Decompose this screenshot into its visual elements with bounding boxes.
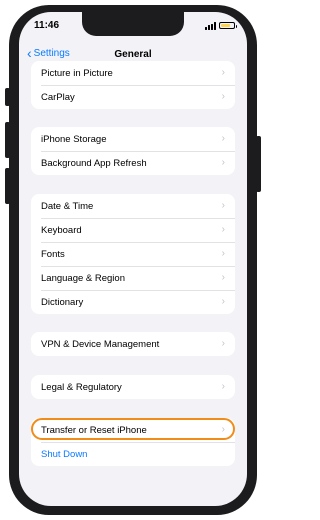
row-background-app-refresh[interactable]: Background App Refresh › <box>31 151 235 175</box>
battery-icon <box>219 22 237 29</box>
group-media: Picture in Picture › CarPlay › <box>31 61 235 109</box>
notch <box>82 12 184 36</box>
group-language: Date & Time › Keyboard › Fonts › Languag… <box>31 194 235 314</box>
row-label: Fonts <box>41 248 65 260</box>
row-vpn-device-management[interactable]: VPN & Device Management › <box>31 332 235 356</box>
row-label: VPN & Device Management <box>41 338 160 350</box>
row-label: Keyboard <box>41 224 82 236</box>
chevron-right-icon: › <box>221 133 225 144</box>
row-carplay[interactable]: CarPlay › <box>31 85 235 109</box>
chevron-right-icon: › <box>221 272 225 283</box>
chevron-right-icon: › <box>221 424 225 435</box>
status-time: 11:46 <box>34 20 60 31</box>
row-label: Date & Time <box>41 200 94 212</box>
row-dictionary[interactable]: Dictionary › <box>31 290 235 314</box>
group-vpn: VPN & Device Management › <box>31 332 235 356</box>
row-legal-regulatory[interactable]: Legal & Regulatory › <box>31 375 235 399</box>
chevron-right-icon: › <box>221 224 225 235</box>
chevron-right-icon: › <box>221 91 225 102</box>
row-language-region[interactable]: Language & Region › <box>31 266 235 290</box>
cellular-signal-icon <box>205 22 216 30</box>
chevron-right-icon: › <box>221 338 225 349</box>
group-reset: Transfer or Reset iPhone › Shut Down <box>31 418 235 466</box>
row-label: Legal & Regulatory <box>41 381 122 393</box>
row-label: iPhone Storage <box>41 133 107 145</box>
chevron-right-icon: › <box>221 296 225 307</box>
row-date-time[interactable]: Date & Time › <box>31 194 235 218</box>
row-label: Shut Down <box>41 448 88 460</box>
group-legal: Legal & Regulatory › <box>31 375 235 399</box>
row-label: Transfer or Reset iPhone <box>41 424 147 436</box>
row-iphone-storage[interactable]: iPhone Storage › <box>31 127 235 151</box>
row-label: Dictionary <box>41 296 84 308</box>
volume-up-button <box>5 122 10 158</box>
chevron-right-icon: › <box>221 200 225 211</box>
group-storage: iPhone Storage › Background App Refresh … <box>31 127 235 175</box>
chevron-right-icon: › <box>221 381 225 392</box>
row-keyboard[interactable]: Keyboard › <box>31 218 235 242</box>
side-button <box>256 136 261 192</box>
chevron-right-icon: › <box>221 248 225 259</box>
screen: 11:46 ‹ Settings General Picture in Pict… <box>19 12 247 506</box>
row-label: Background App Refresh <box>41 157 147 169</box>
battery-level <box>221 24 230 27</box>
status-icons <box>205 21 237 30</box>
chevron-right-icon: › <box>221 67 225 78</box>
shut-down-button[interactable]: Shut Down <box>31 442 235 466</box>
row-picture-in-picture[interactable]: Picture in Picture › <box>31 61 235 85</box>
row-label: Picture in Picture <box>41 67 113 79</box>
page-title: General <box>114 49 152 60</box>
row-label: Language & Region <box>41 272 125 284</box>
volume-down-button <box>5 168 10 204</box>
mute-switch <box>5 88 10 106</box>
row-label: CarPlay <box>41 91 75 103</box>
row-fonts[interactable]: Fonts › <box>31 242 235 266</box>
chevron-right-icon: › <box>221 157 225 168</box>
row-transfer-reset-iphone[interactable]: Transfer or Reset iPhone › <box>31 418 235 442</box>
